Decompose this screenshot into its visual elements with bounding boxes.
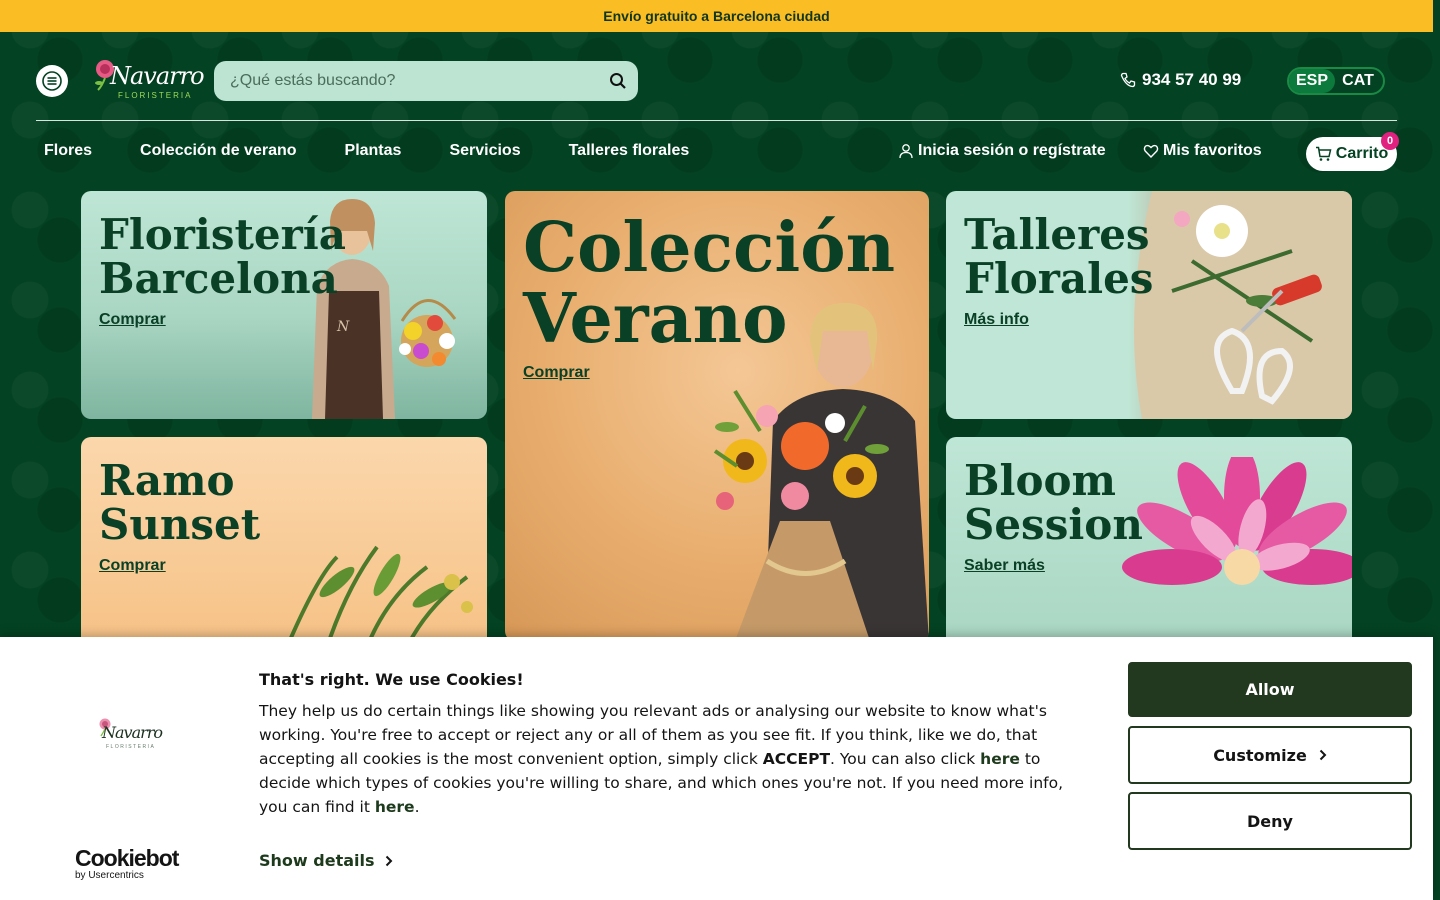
account-link[interactable]: Inicia sesión o regístrate	[898, 142, 1106, 160]
search-icon[interactable]	[598, 61, 638, 101]
deny-button[interactable]: Deny	[1128, 792, 1412, 850]
cart-count-badge: 0	[1381, 132, 1399, 150]
lang-esp[interactable]: ESP	[1289, 69, 1335, 93]
heart-icon	[1143, 144, 1159, 159]
card-talleres-florales[interactable]: Talleres Florales Más info	[946, 191, 1352, 419]
nav-item-servicios[interactable]: Servicios	[449, 142, 520, 160]
logo-subtitle: FLORISTERIA	[106, 744, 156, 750]
card-title: Bloom Session	[964, 456, 1143, 550]
site-header: Navarro FLORISTERIA 934 57 40 99 ESP CAT…	[0, 32, 1433, 182]
card-coleccion-verano[interactable]: Colección Verano Comprar	[505, 191, 929, 641]
card-ramo-sunset[interactable]: Ramo Sunset Comprar	[81, 437, 487, 647]
show-details-toggle[interactable]: Show details	[259, 851, 393, 870]
cookie-description: They help us do certain things like show…	[259, 702, 1064, 816]
card-bloom-session[interactable]: Bloom Session Saber más	[946, 437, 1352, 647]
menu-button[interactable]	[36, 65, 68, 97]
card-title: Floristería Barcelona	[99, 210, 346, 304]
cookie-here-link-2[interactable]: here	[375, 798, 415, 816]
cookie-title: That's right. We use Cookies!	[259, 670, 524, 689]
accept-word: ACCEPT	[762, 750, 831, 768]
logo-wordmark: Navarro	[102, 723, 163, 742]
sunset-bouquet-illustration	[285, 545, 473, 647]
logo-subtitle: FLORISTERIA	[118, 91, 193, 100]
cookie-banner: Navarro FLORISTERIA Cookiebot by Usercen…	[0, 637, 1433, 900]
chevron-right-icon	[1319, 749, 1327, 761]
main-nav: Flores Colección de verano Plantas Servi…	[44, 142, 689, 160]
card-cta-link[interactable]: Comprar	[523, 364, 590, 382]
logo-wordmark: Navarro	[110, 62, 205, 90]
cart-icon	[1315, 146, 1332, 161]
show-details-label: Show details	[259, 851, 375, 870]
phone-icon	[1120, 72, 1136, 88]
card-cta-link[interactable]: Comprar	[99, 557, 166, 575]
cart-button[interactable]: Carrito 0	[1306, 132, 1399, 171]
search-input[interactable]	[214, 72, 598, 90]
card-cta-link[interactable]: Comprar	[99, 311, 166, 329]
cookie-banner-logo: Navarro FLORISTERIA	[92, 717, 163, 757]
customize-button[interactable]: Customize	[1128, 726, 1412, 784]
lang-cat[interactable]: CAT	[1335, 69, 1381, 93]
favorites-label: Mis favoritos	[1163, 142, 1262, 159]
card-title: Talleres Florales	[964, 210, 1154, 304]
cookiebot-name: Cookiebot	[75, 845, 179, 871]
chevron-right-icon	[385, 855, 392, 866]
promo-text: Envío gratuito a Barcelona ciudad	[603, 8, 830, 24]
user-icon	[899, 144, 913, 159]
cart-label: Carrito	[1335, 145, 1389, 162]
cookie-here-link-1[interactable]: here	[980, 750, 1020, 768]
card-cta-link[interactable]: Más info	[964, 311, 1029, 329]
site-logo[interactable]: Navarro FLORISTERIA	[90, 58, 205, 106]
card-cta-link[interactable]: Saber más	[964, 557, 1045, 575]
cookiebot-brand[interactable]: Cookiebot by Usercentrics	[75, 845, 179, 881]
svg-text:N: N	[336, 319, 350, 335]
phone-number: 934 57 40 99	[1142, 70, 1242, 89]
account-label: Inicia sesión o regístrate	[918, 142, 1106, 159]
nav-item-plantas[interactable]: Plantas	[345, 142, 402, 160]
nav-item-talleres[interactable]: Talleres florales	[569, 142, 690, 160]
allow-button[interactable]: Allow	[1128, 662, 1412, 717]
hamburger-icon	[42, 71, 62, 91]
search-bar	[214, 61, 638, 101]
language-switch: ESP CAT	[1287, 67, 1385, 95]
header-divider	[36, 120, 1397, 121]
card-floristeria-barcelona[interactable]: N Floristería Barcelona Comprar	[81, 191, 487, 419]
phone-link[interactable]: 934 57 40 99	[1120, 70, 1241, 90]
nav-item-flores[interactable]: Flores	[44, 142, 92, 160]
promo-bar: Envío gratuito a Barcelona ciudad	[0, 0, 1433, 32]
favorites-link[interactable]: Mis favoritos	[1143, 142, 1262, 160]
card-title: Ramo Sunset	[99, 456, 261, 550]
card-title: Colección Verano	[523, 208, 896, 360]
nav-item-coleccion-verano[interactable]: Colección de verano	[140, 142, 297, 160]
